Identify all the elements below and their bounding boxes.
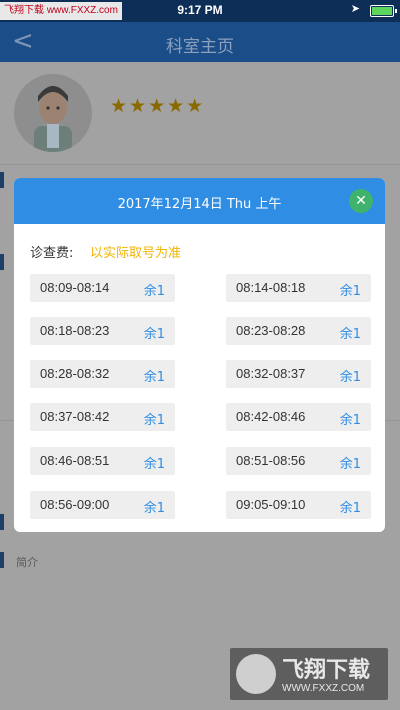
doctor-avatar: [14, 74, 92, 152]
slot-remaining: 余1: [339, 327, 361, 342]
time-slot[interactable]: 08:37-08:42 余1: [30, 403, 175, 431]
status-bar: 飞翔下载 www.FXXZ.com 9:17 PM ➤: [0, 0, 400, 22]
slot-remaining: 余1: [143, 327, 165, 342]
slot-time: 08:37-08:42: [40, 409, 110, 424]
slot-time: 08:46-08:51: [40, 453, 110, 468]
fee-value: 以实际取号为准: [90, 246, 182, 261]
site-watermark: 飞翔下载 WWW.FXXZ.COM: [230, 648, 388, 700]
time-slot[interactable]: 09:05-09:10 余1: [226, 491, 371, 519]
doctor-avatar-icon: [34, 86, 72, 152]
slot-remaining: 余1: [143, 284, 165, 299]
slot-time: 08:09-08:14: [40, 280, 110, 295]
section-marker: [0, 172, 4, 188]
slot-remaining: 余1: [339, 457, 361, 472]
time-slot[interactable]: 08:56-09:00 余1: [30, 491, 175, 519]
time-slot[interactable]: 08:42-08:46 余1: [226, 403, 371, 431]
rating-stars: ★★★★★: [110, 95, 206, 117]
slot-remaining: 余1: [339, 501, 361, 516]
section-marker: [0, 514, 4, 530]
location-icon: ➤: [350, 2, 360, 15]
slot-time: 08:18-08:23: [40, 323, 110, 338]
time-slot-dialog: 2017年12月14日 Thu 上午 ✕ 诊查费: 以实际取号为准 08:09-…: [14, 178, 385, 532]
nav-bar: < 科室主页: [0, 22, 400, 62]
slot-time: 08:51-08:56: [236, 453, 306, 468]
slot-remaining: 余1: [339, 370, 361, 385]
dialog-title: 2017年12月14日 Thu 上午: [117, 197, 282, 212]
slot-remaining: 余1: [339, 284, 361, 299]
dialog-header: 2017年12月14日 Thu 上午 ✕: [14, 178, 385, 224]
slot-time: 08:42-08:46: [236, 409, 306, 424]
watermark-url: WWW.FXXZ.COM: [282, 683, 365, 694]
slot-time: 09:05-09:10: [236, 497, 306, 512]
time-slot[interactable]: 08:51-08:56 余1: [226, 447, 371, 475]
slot-remaining: 余1: [143, 457, 165, 472]
section-marker: [0, 552, 4, 568]
slot-time: 08:14-08:18: [236, 280, 306, 295]
time-slot[interactable]: 08:32-08:37 余1: [226, 360, 371, 388]
time-slot[interactable]: 08:23-08:28 余1: [226, 317, 371, 345]
slot-remaining: 余1: [143, 370, 165, 385]
watermark-logo-icon: [236, 654, 276, 694]
slot-remaining: 余1: [143, 413, 165, 428]
time-slot[interactable]: 08:28-08:32 余1: [30, 360, 175, 388]
battery-icon: [370, 5, 397, 17]
time-slot[interactable]: 08:09-08:14 余1: [30, 274, 175, 302]
section-marker: [0, 254, 4, 270]
close-icon[interactable]: ✕: [349, 189, 373, 213]
time-slot[interactable]: 08:46-08:51 余1: [30, 447, 175, 475]
time-slot[interactable]: 08:14-08:18 余1: [226, 274, 371, 302]
slot-remaining: 余1: [339, 413, 361, 428]
slot-remaining: 余1: [143, 501, 165, 516]
slot-time: 08:32-08:37: [236, 366, 306, 381]
intro-label: 简介: [16, 556, 38, 569]
page-title: 科室主页: [166, 37, 234, 57]
slot-time: 08:56-09:00: [40, 497, 110, 512]
time-slot[interactable]: 08:18-08:23 余1: [30, 317, 175, 345]
divider: [0, 164, 400, 165]
slot-time: 08:28-08:32: [40, 366, 110, 381]
slot-time: 08:23-08:28: [236, 323, 306, 338]
fee-label: 诊查费:: [30, 246, 74, 261]
status-time: 9:17 PM: [177, 3, 223, 17]
watermark-text: 飞翔下载: [282, 658, 371, 683]
